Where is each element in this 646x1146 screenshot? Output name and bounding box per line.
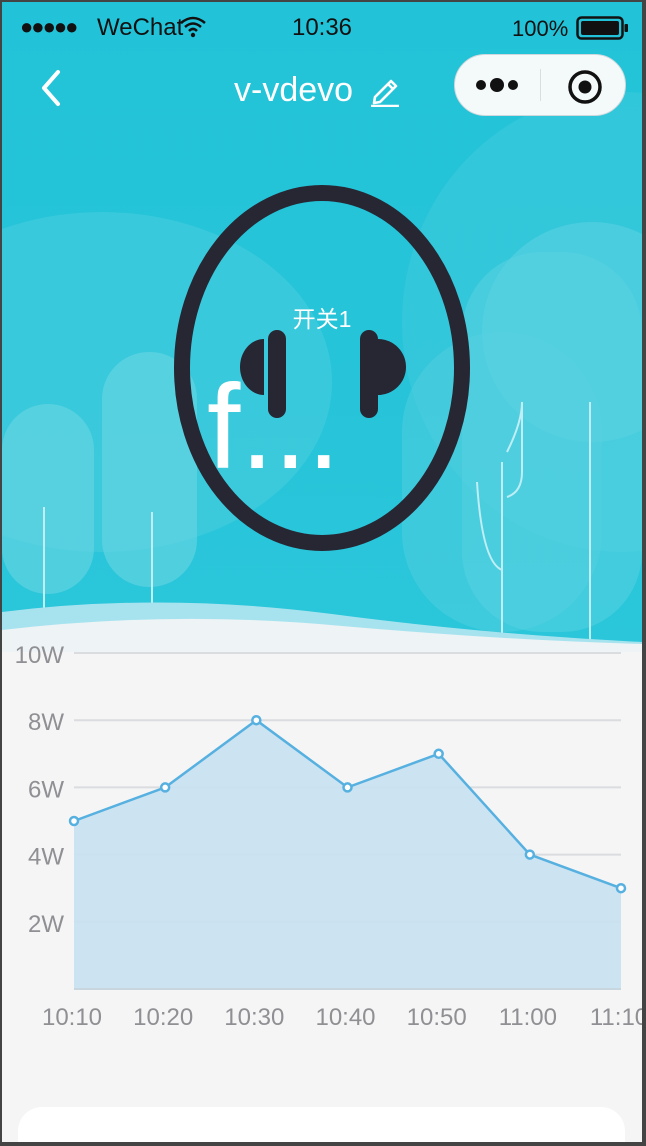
capsule-divider bbox=[540, 69, 541, 101]
switch-state-text: f... bbox=[207, 362, 341, 492]
data-point bbox=[251, 714, 262, 726]
back-button[interactable] bbox=[32, 68, 72, 108]
power-chart: 10W 8W 6W 4W 2W 10:10 10:20 10:30 10:40 10:50 11:0… bbox=[2, 602, 642, 1042]
x-tick-label: 10:30 bbox=[224, 1004, 284, 1031]
x-tick-label: 10:50 bbox=[407, 1004, 467, 1031]
mini-program-capsule bbox=[454, 54, 626, 116]
battery-percent: 100% bbox=[512, 16, 569, 41]
battery-icon bbox=[576, 16, 628, 40]
bottom-card bbox=[18, 1107, 625, 1142]
x-tick-label: 11:00 bbox=[499, 1004, 557, 1031]
title-group: v-vdevo bbox=[234, 68, 401, 112]
phone-screen: ●●●●● WeChat 10:36 100% v-vdevo 开关1 f...… bbox=[2, 2, 642, 1142]
data-point bbox=[342, 782, 353, 793]
navigation-bar: v-vdevo bbox=[2, 54, 642, 124]
switch-name: 开关1 bbox=[292, 306, 352, 332]
more-icon[interactable] bbox=[473, 73, 523, 97]
x-tick-label: 10:40 bbox=[315, 1004, 375, 1031]
y-tick-label: 6W bbox=[28, 776, 64, 803]
y-tick-label: 2W bbox=[28, 911, 64, 938]
data-point bbox=[524, 849, 536, 860]
x-tick-label: 10:10 bbox=[42, 1004, 102, 1031]
data-point bbox=[159, 782, 171, 793]
status-bar: ●●●●● WeChat 10:36 100% bbox=[2, 2, 642, 52]
y-tick-label: 4W bbox=[28, 844, 64, 871]
data-point bbox=[615, 882, 627, 894]
x-tick-label: 11:10 bbox=[590, 1004, 642, 1031]
hero-banner: ●●●●● WeChat 10:36 100% v-vdevo 开关1 f... bbox=[2, 2, 642, 652]
y-tick-label: 8W bbox=[28, 709, 64, 736]
close-target-icon[interactable] bbox=[565, 67, 605, 107]
chart-canvas: 10W 8W 6W 4W 2W 10:10 10:20 10:30 10:40 10:50 11:0… bbox=[15, 642, 642, 1031]
x-tick-label: 10:20 bbox=[133, 1004, 193, 1031]
data-point bbox=[433, 748, 444, 760]
data-point bbox=[68, 815, 80, 827]
edit-icon[interactable] bbox=[369, 73, 401, 107]
y-tick-label: 10W bbox=[15, 642, 65, 669]
page-title: v-vdevo bbox=[234, 70, 354, 109]
